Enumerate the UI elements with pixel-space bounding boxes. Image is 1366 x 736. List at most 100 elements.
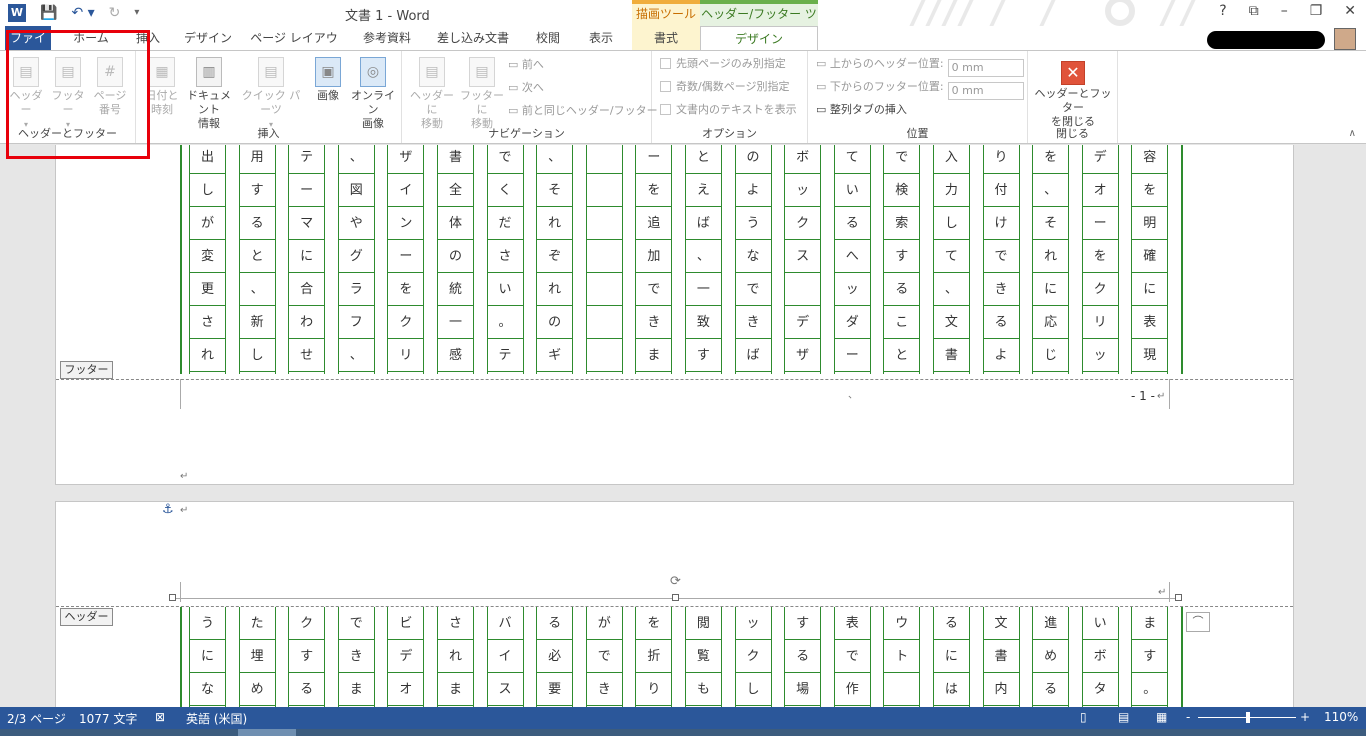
grid-cell: の bbox=[437, 240, 473, 273]
anchor-icon[interactable]: ⚓ bbox=[162, 502, 174, 517]
grid-cell: す bbox=[239, 174, 275, 207]
resize-handle[interactable] bbox=[169, 594, 176, 601]
tab-format[interactable]: 書式 bbox=[632, 26, 700, 50]
odd-even-option[interactable]: 奇数/偶数ページ別指定 bbox=[660, 79, 790, 95]
header-position-input[interactable]: 0 mm bbox=[947, 59, 1024, 77]
save-icon[interactable]: 💾 bbox=[40, 3, 57, 23]
redo-icon[interactable]: ↻ bbox=[109, 3, 121, 23]
footer-button[interactable]: ▤ フッター ▾ bbox=[48, 57, 88, 132]
page-number-button[interactable]: # ページ 番号 bbox=[90, 57, 130, 117]
grid-cell: ウ bbox=[884, 607, 920, 640]
taskbar-active-app[interactable] bbox=[238, 729, 296, 736]
grid-cell: ザ bbox=[785, 339, 821, 372]
grid-cell: ク bbox=[785, 207, 821, 240]
close-window-icon[interactable]: ✕ bbox=[1344, 3, 1356, 19]
avatar[interactable] bbox=[1334, 28, 1356, 50]
tab-file[interactable]: ファイル bbox=[5, 26, 51, 69]
tab-mailings[interactable]: 差し込み文書 bbox=[432, 26, 514, 50]
next-button[interactable]: ▭ 次へ bbox=[508, 80, 544, 96]
proofing-icon[interactable]: ⊠ bbox=[155, 710, 165, 724]
grid-column: ているへッダー bbox=[833, 145, 871, 374]
web-layout-icon[interactable]: ▦ bbox=[1156, 710, 1167, 724]
show-text-option[interactable]: 文書内のテキストを表示 bbox=[660, 102, 797, 118]
grid-cell: で bbox=[834, 640, 870, 673]
resize-handle[interactable] bbox=[1175, 594, 1182, 601]
insert-align-tab-button[interactable]: ▭ 整列タブの挿入 bbox=[816, 102, 907, 118]
ribbon-display-icon[interactable]: ⧉ bbox=[1249, 3, 1259, 19]
help-icon[interactable]: ? bbox=[1219, 3, 1226, 19]
zoom-level[interactable]: 110% bbox=[1324, 710, 1358, 724]
grid-cell: す bbox=[884, 240, 920, 273]
print-layout-icon[interactable]: ▤ bbox=[1118, 710, 1129, 724]
picture-button[interactable]: ▣ 画像 bbox=[308, 57, 348, 103]
calendar-icon: ▦ bbox=[149, 57, 175, 87]
resize-handle[interactable] bbox=[672, 594, 679, 601]
first-page-checkbox[interactable] bbox=[660, 58, 671, 69]
tab-insert[interactable]: 挿入 bbox=[128, 26, 168, 50]
collapse-ribbon-icon[interactable]: ∧ bbox=[1349, 128, 1356, 139]
odd-even-checkbox[interactable] bbox=[660, 81, 671, 92]
grid-cell: ダ bbox=[834, 306, 870, 339]
word-count[interactable]: 1077 文字 bbox=[79, 710, 137, 727]
online-picture-button[interactable]: ◎ オンライン 画像 bbox=[348, 57, 398, 131]
grid-column bbox=[585, 145, 623, 374]
tab-view[interactable]: 表示 bbox=[580, 26, 622, 50]
grid-column: 文書内 bbox=[982, 607, 1020, 707]
zoom-out-button[interactable]: - bbox=[1186, 710, 1190, 724]
account-name[interactable] bbox=[1207, 31, 1325, 49]
layout-options-icon[interactable]: ⌒ bbox=[1186, 612, 1210, 632]
zoom-in-button[interactable]: + bbox=[1300, 710, 1310, 724]
grid-cell: だ bbox=[487, 207, 523, 240]
grid-cell: を bbox=[1082, 240, 1118, 273]
footer-position-input[interactable]: 0 mm bbox=[947, 82, 1024, 100]
tab-review[interactable]: 校閲 bbox=[526, 26, 570, 50]
grid-cell: し bbox=[190, 174, 225, 207]
show-text-checkbox[interactable] bbox=[660, 104, 671, 115]
minimize-icon[interactable]: – bbox=[1281, 3, 1288, 19]
quick-parts-button[interactable]: ▤ クイック パーツ ▾ bbox=[238, 57, 304, 132]
page-1[interactable]: 出しが変更され用すると、新しテーマに合わせ、図やグラフ、ザインーをクリ書全体の統… bbox=[55, 145, 1294, 485]
grid-cell: フ bbox=[338, 306, 374, 339]
rotate-handle-icon[interactable]: ⟳ bbox=[670, 574, 681, 589]
link-to-previous-button[interactable]: ▭ 前と同じヘッダー/フッター bbox=[508, 103, 658, 119]
window-controls: ? ⧉ – ❐ ✕ bbox=[1219, 3, 1356, 19]
tab-home[interactable]: ホーム bbox=[66, 26, 116, 50]
grid-cell: テ bbox=[487, 339, 523, 372]
previous-button[interactable]: ▭ 前へ bbox=[508, 57, 544, 73]
grid-cell: も bbox=[685, 673, 721, 706]
go-to-footer-button[interactable]: ▤ フッターに 移動 bbox=[456, 57, 508, 131]
grid-cell: す bbox=[289, 640, 325, 673]
close-header-footer-button[interactable]: ✕ ヘッダーとフッター を閉じる bbox=[1030, 57, 1116, 129]
document-area[interactable]: 出しが変更され用すると、新しテーマに合わせ、図やグラフ、ザインーをクリ書全体の統… bbox=[0, 145, 1366, 707]
grid-cell: 出 bbox=[190, 145, 225, 174]
grid-column: 用すると、新し bbox=[238, 145, 276, 374]
restore-icon[interactable]: ❐ bbox=[1310, 3, 1323, 19]
tab-design[interactable]: デザイン bbox=[180, 26, 236, 50]
first-page-option[interactable]: 先頭ページのみ別指定 bbox=[660, 56, 786, 72]
grid-column: 容を明確に表現 bbox=[1131, 145, 1169, 374]
grid-column: テーマに合わせ bbox=[288, 145, 326, 374]
tab-references[interactable]: 参考資料 bbox=[354, 26, 420, 50]
header-button[interactable]: ▤ ヘッダー ▾ bbox=[6, 57, 46, 132]
grid-column: ボックスデザ bbox=[784, 145, 822, 374]
tab-hf-design[interactable]: デザイン bbox=[700, 26, 818, 51]
grid-cell: る bbox=[983, 306, 1019, 339]
grid-cell: る bbox=[834, 207, 870, 240]
grid-cell bbox=[586, 174, 622, 207]
document-info-button[interactable]: ▥ ドキュメント 情報 bbox=[182, 57, 236, 131]
tab-page-layout[interactable]: ページ レイアウト bbox=[248, 26, 340, 69]
date-time-button[interactable]: ▦ 日付と 時刻 bbox=[142, 57, 182, 117]
go-to-header-button[interactable]: ▤ ヘッダーに 移動 bbox=[406, 57, 458, 131]
zoom-slider-thumb[interactable] bbox=[1246, 712, 1250, 723]
language[interactable]: 英語 (米国) bbox=[186, 710, 247, 727]
word-logo-icon[interactable]: W bbox=[8, 4, 26, 22]
grid-cell: で bbox=[338, 607, 374, 640]
grid-cell: 加 bbox=[636, 240, 672, 273]
customize-qat-icon[interactable]: ▾ bbox=[134, 3, 139, 23]
read-mode-icon[interactable]: ▯ bbox=[1080, 710, 1087, 724]
grid-cell: え bbox=[685, 174, 721, 207]
online-picture-icon: ◎ bbox=[360, 57, 386, 87]
undo-icon[interactable]: ↶ ▾ bbox=[71, 3, 94, 23]
grid-cell: 明 bbox=[1132, 207, 1168, 240]
page-count[interactable]: 2/3 ページ bbox=[7, 710, 66, 727]
